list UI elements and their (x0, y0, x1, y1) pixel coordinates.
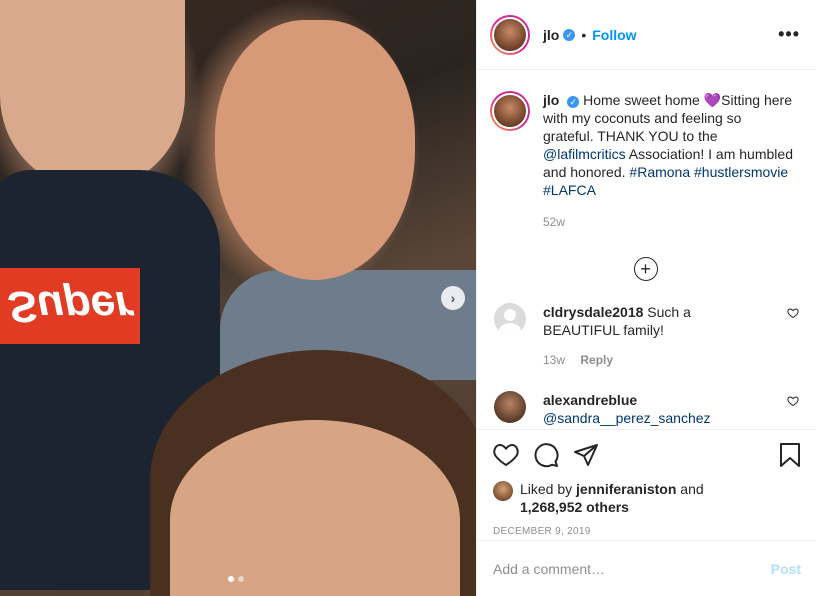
hashtag-link[interactable]: #Ramona (629, 164, 690, 180)
plus-circle-icon[interactable]: + (633, 257, 658, 281)
likes-count[interactable]: 1,268,952 others (520, 499, 629, 515)
comment-avatar[interactable] (494, 303, 526, 335)
reply-button[interactable]: Reply (580, 353, 613, 367)
bookmark-icon[interactable] (779, 442, 801, 468)
carousel-dot-active (228, 576, 234, 582)
hashtag-link[interactable]: #LAFCA (543, 182, 596, 198)
comment-time: 13w (543, 353, 566, 367)
likes-text: Liked by jenniferaniston and 1,268,952 o… (520, 480, 704, 516)
avatar-image (492, 93, 528, 129)
caption-avatar[interactable] (490, 91, 530, 131)
comment-icon[interactable] (533, 442, 559, 468)
hashtag-link[interactable]: #hustlersmovie (694, 164, 788, 180)
comment-meta: 13w Reply (543, 351, 753, 369)
comments-section[interactable]: jlo ✓ Home sweet home 💜Sitting here with… (477, 71, 816, 429)
post-date: DECEMBER 9, 2019 (493, 526, 591, 537)
post-username[interactable]: jlo (543, 27, 559, 43)
likes-and: and (680, 481, 704, 497)
comment-body: cldrysdale2018 Such a BEAUTIFUL family! … (543, 303, 753, 369)
avatar[interactable] (490, 14, 530, 55)
comment-body: alexandreblue @sandra__perez_sanchez (543, 391, 753, 427)
action-bar: Liked by jenniferaniston and 1,268,952 o… (477, 429, 816, 537)
post-panel: jlo ✓ • Follow ••• jlo ✓ Home sweet home… (476, 0, 816, 596)
liker-avatar[interactable] (493, 481, 513, 501)
share-icon[interactable] (573, 443, 599, 467)
caption-text: Home sweet home 💜Sitting here with my co… (543, 92, 792, 144)
heart-icon[interactable] (787, 307, 799, 319)
comment-username[interactable]: cldrysdale2018 (543, 304, 643, 320)
comment-item: cldrysdale2018 Such a BEAUTIFUL family! … (490, 303, 801, 369)
heart-icon[interactable] (787, 395, 799, 407)
next-arrow-icon[interactable]: › (441, 286, 465, 310)
load-more-comments[interactable]: + (490, 257, 801, 281)
comment-input[interactable] (493, 560, 771, 577)
liker-username[interactable]: jenniferaniston (576, 481, 676, 497)
action-icons (493, 442, 801, 468)
heart-icon[interactable] (493, 443, 519, 467)
carousel-dot (238, 576, 244, 582)
next-arrow-glyph: › (450, 290, 456, 306)
carousel-dots (228, 576, 244, 582)
verified-icon: ✓ (563, 28, 576, 41)
post-button[interactable]: Post (771, 561, 801, 577)
liked-by-label: Liked by (520, 481, 573, 497)
comment-avatar[interactable] (494, 391, 526, 423)
comment-mention[interactable]: @sandra__perez_sanchez (543, 409, 753, 427)
caption-body: jlo ✓ Home sweet home 💜Sitting here with… (543, 91, 793, 231)
follow-button[interactable]: Follow (592, 27, 636, 43)
comment-username[interactable]: alexandreblue (543, 392, 637, 408)
image-region (0, 0, 185, 190)
more-icon[interactable]: ••• (778, 24, 800, 45)
image-region (215, 20, 415, 280)
likes-summary: Liked by jenniferaniston and 1,268,952 o… (493, 480, 801, 516)
add-comment-bar: Post (477, 540, 816, 596)
post-header: jlo ✓ • Follow ••• (477, 0, 816, 70)
caption-time: 52w (543, 215, 566, 229)
verified-icon: ✓ (567, 96, 580, 108)
image-logo: Super (0, 268, 140, 344)
post-image[interactable]: Super › (0, 0, 476, 596)
caption: jlo ✓ Home sweet home 💜Sitting here with… (490, 91, 801, 231)
image-logo-text: Super (7, 282, 133, 331)
avatar-image (492, 16, 528, 53)
separator-bullet: • (581, 26, 587, 43)
caption-mention[interactable]: @lafilmcritics (543, 146, 626, 162)
comment-item: alexandreblue @sandra__perez_sanchez (490, 391, 801, 427)
caption-username[interactable]: jlo (543, 92, 559, 108)
